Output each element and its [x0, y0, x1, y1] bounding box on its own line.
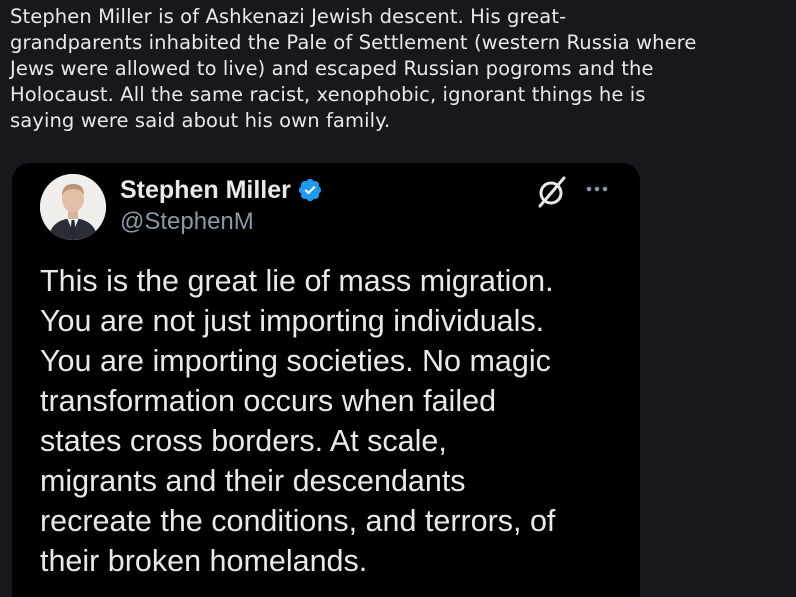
tweet-body: This is the great lie of mass migration.… [40, 261, 630, 581]
tweet-body-line: migrants and their descendants [40, 464, 466, 498]
more-options-icon[interactable] [584, 179, 610, 199]
tweet-body-line: their broken homelands. [40, 544, 368, 578]
post-text-line: Stephen Miller is of Ashkenazi Jewish de… [10, 5, 567, 28]
avatar[interactable] [40, 174, 106, 240]
tweet-body-line: transformation occurs when failed [40, 384, 497, 418]
post-text: Stephen Miller is of Ashkenazi Jewish de… [10, 4, 780, 134]
tweet-body-line: recreate the conditions, and terrors, of [40, 504, 556, 538]
post-text-line: grandparents inhabited the Pale of Settl… [10, 31, 697, 54]
post-text-line: Jews were allowed to live) and escaped R… [10, 57, 654, 80]
grok-icon[interactable] [535, 175, 569, 209]
tweet-body-line: This is the great lie of mass migration. [40, 264, 554, 298]
tweet-body-line: states cross borders. At scale, [40, 424, 447, 458]
tweet-body-line: You are importing societies. No magic [40, 344, 551, 378]
embedded-tweet-card[interactable]: Stephen Miller @StephenM This is the gre… [12, 163, 640, 597]
verified-badge-icon [298, 178, 321, 202]
post-text-line: saying were said about his own family. [10, 109, 391, 132]
tweet-author-row: Stephen Miller [120, 175, 323, 205]
display-name[interactable]: Stephen Miller [120, 176, 291, 205]
tweet-body-line: You are not just importing individuals. [40, 304, 545, 338]
handle[interactable]: @StephenM [120, 208, 254, 236]
post-text-line: Holocaust. All the same racist, xenophob… [10, 83, 646, 106]
